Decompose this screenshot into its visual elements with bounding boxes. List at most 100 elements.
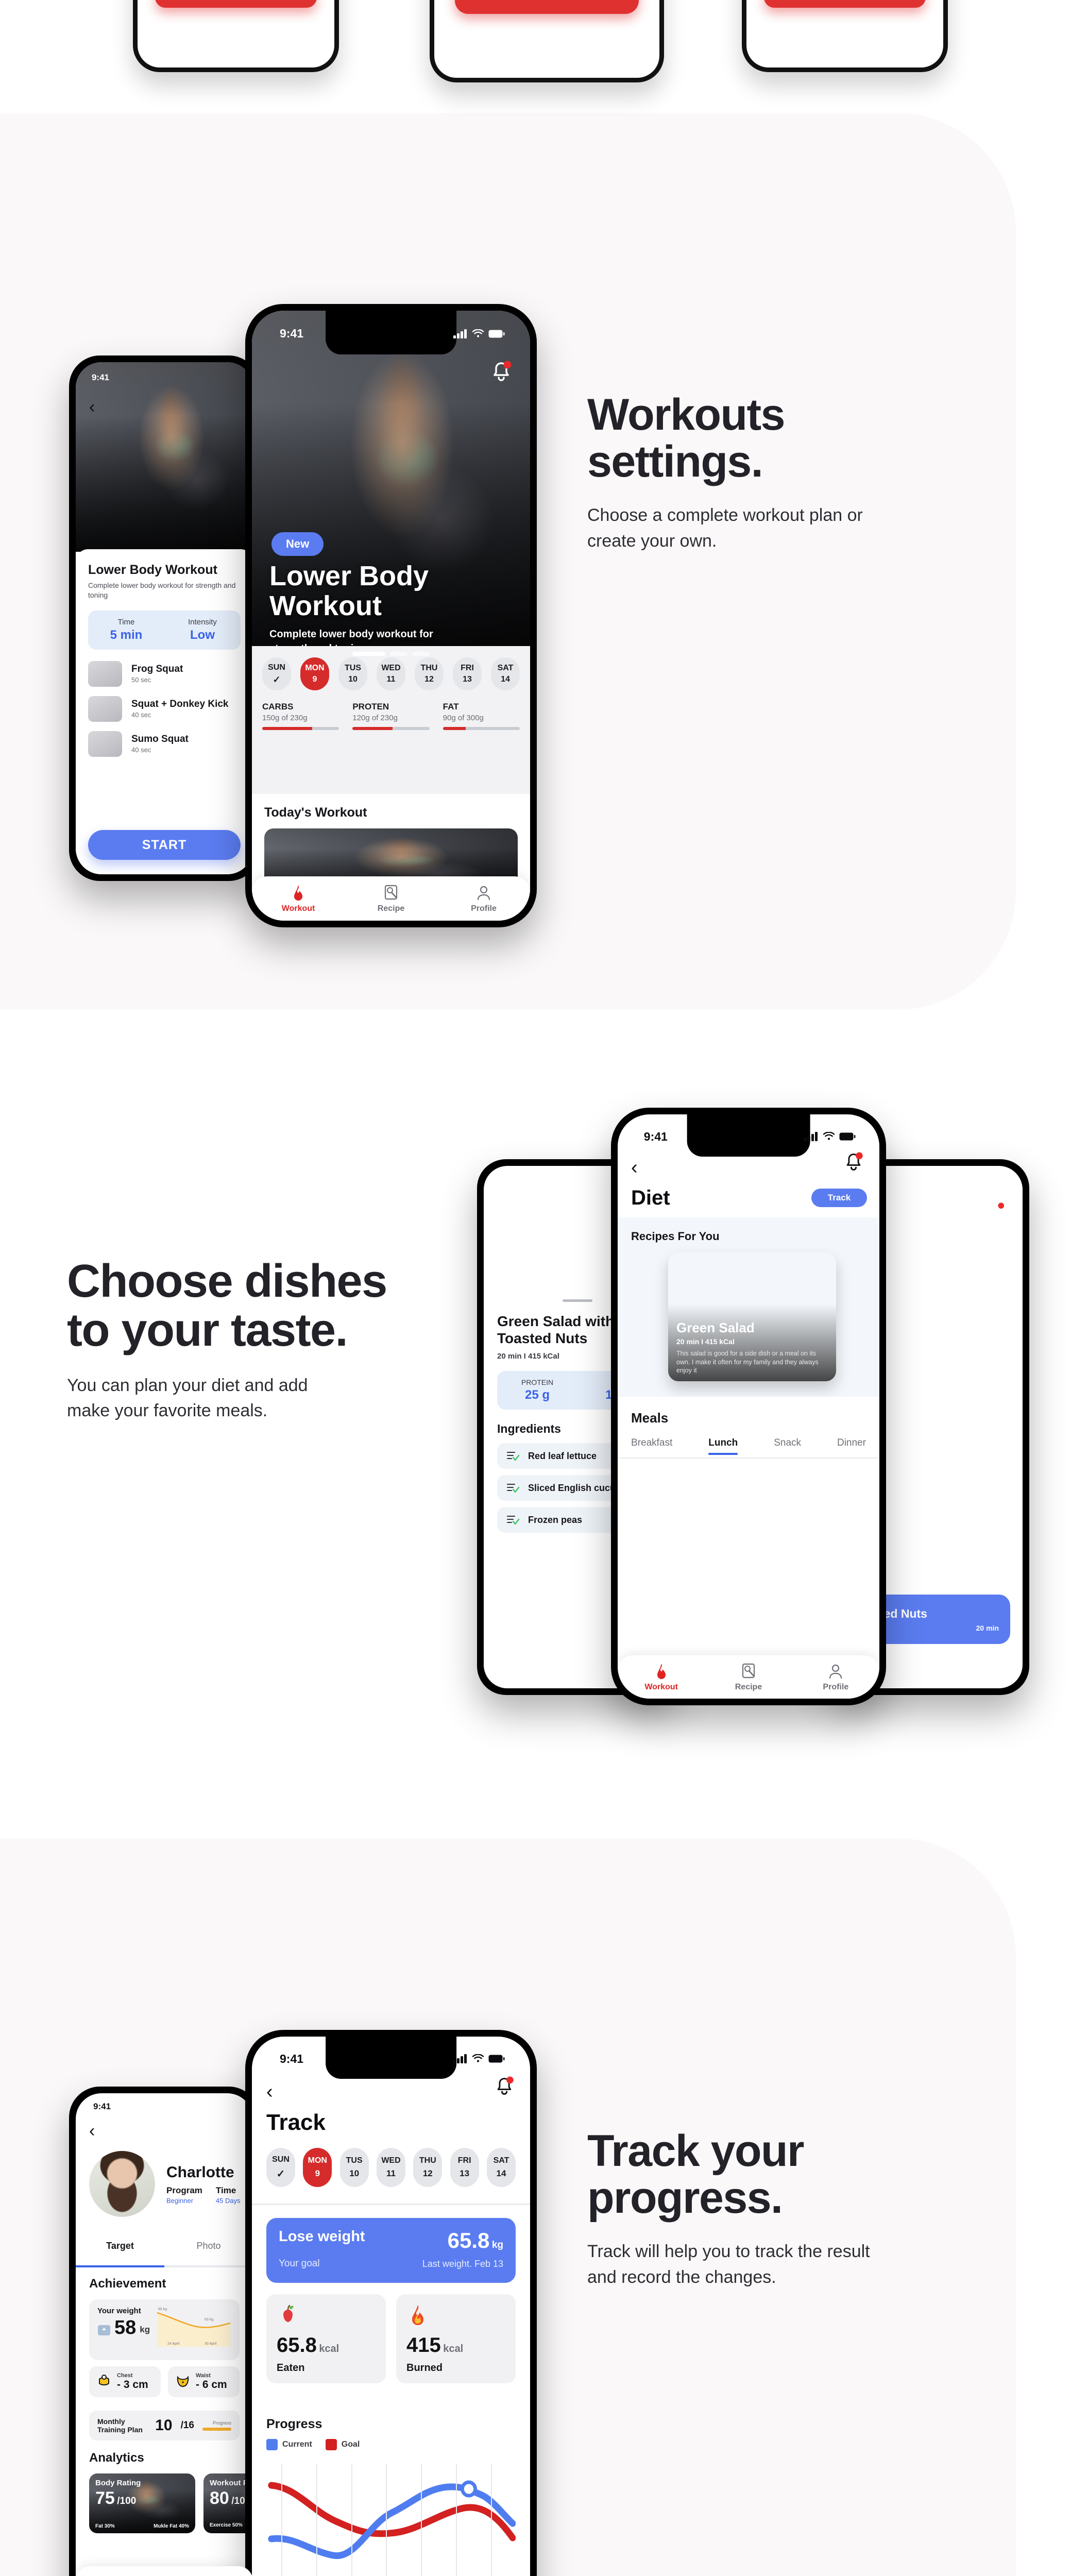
goal-card[interactable]: Lose weight 65.8 kg Your goal Last weigh… [266, 2218, 516, 2283]
day-chip-fri[interactable]: FRI 13 [453, 657, 482, 691]
day-selector[interactable]: SUN ✓ MON 9 TUS 10 WED 11 THU 12 FRI 13 … [262, 657, 520, 691]
check-list-icon [507, 1516, 520, 1525]
bottom-tab-bar[interactable]: Workout Recipe Profile [252, 876, 530, 921]
tab-profile[interactable]: Profile [792, 1663, 879, 1692]
tab-recipe[interactable]: Recipe [345, 884, 437, 913]
back-icon[interactable]: ‹ [89, 2121, 95, 2141]
section-copy-track: Track your progress. Track will help you… [587, 2126, 876, 2290]
meal-card[interactable] [631, 1473, 866, 1592]
profile-name: Charlotte [166, 2163, 234, 2181]
track-button[interactable]: Track [811, 1189, 867, 1207]
analytics-card-body-rating[interactable]: Body Rating 75 /100 Fat 30% Mukle Fat 40… [89, 2473, 195, 2533]
profile-icon [477, 886, 490, 900]
day-selector[interactable]: SUN ✓ MON 9 TUS 10 WED 11 THU 12 FRI 13 … [266, 2148, 516, 2187]
back-icon[interactable]: ‹ [497, 1187, 503, 1207]
back-icon[interactable]: ‹ [266, 2081, 273, 2103]
phone-diet-home: 9:41 ‹ Diet Track Recipes For You Green … [611, 1108, 886, 1705]
recipe-banner-time: 20 min [976, 1623, 999, 1632]
recipe-card-description: This salad is good for a side dish or a … [676, 1350, 819, 1375]
onboarding-card-3[interactable] [742, 0, 948, 72]
flame-icon [294, 885, 302, 901]
back-icon[interactable]: ‹ [89, 397, 95, 417]
back-icon[interactable]: ‹ [631, 1157, 638, 1179]
recipe-icon [742, 1663, 755, 1678]
day-chip-sun[interactable]: SUN ✓ [266, 2148, 295, 2187]
day-chip-thu[interactable]: THU 12 [413, 2148, 443, 2187]
tab-lunch[interactable]: Lunch [708, 1437, 738, 1455]
apple-icon [283, 2304, 294, 2322]
recipe-card-active[interactable]: Green Salad 20 min I 415 kCal This salad… [668, 1252, 836, 1381]
recipe-card-name: Green Salad [676, 1320, 755, 1336]
tab-dinner[interactable]: Dinner [837, 1437, 866, 1455]
onboarding-card-2[interactable]: Next › [430, 0, 664, 82]
day-chip-mon[interactable]: MON 9 [300, 657, 329, 691]
landing-page: Next › Workouts settings. Choose a compl… [0, 0, 1088, 2576]
track-page-title: Track [266, 2110, 326, 2135]
bottom-tab-bar[interactable]: Workout Recipe Profile [618, 1655, 879, 1699]
notification-bell-icon[interactable] [494, 2076, 515, 2100]
check-list-icon [507, 1452, 520, 1461]
analytics-label: Analytics [89, 2451, 144, 2465]
notification-bell-icon[interactable] [843, 1151, 864, 1176]
next-button[interactable]: Next › [455, 0, 639, 14]
profile-meta-program: Program Beginner [166, 2185, 202, 2205]
list-item[interactable]: Sumo Squat 40 sec [88, 731, 241, 757]
monthly-training-plan: Monthly Training Plan 10 /16 Progress [89, 2411, 240, 2441]
recipe-card-prev[interactable] [618, 1261, 631, 1375]
bottom-tab-bar[interactable] [76, 2566, 253, 2576]
day-chip-mon[interactable]: MON 9 [303, 2148, 332, 2187]
svg-text:63 kg: 63 kg [205, 2318, 213, 2321]
day-chip-wed[interactable]: WED 11 [377, 657, 405, 691]
tab-recipe[interactable]: Recipe [705, 1663, 792, 1692]
day-chip-thu[interactable]: THU 12 [415, 657, 444, 691]
day-chip-sat[interactable]: SAT 14 [486, 2148, 516, 2187]
notification-bell-icon[interactable] [490, 360, 513, 386]
meal-tabs[interactable]: Breakfast Lunch Snack Dinner [631, 1437, 866, 1455]
tab-target[interactable]: Target [76, 2241, 164, 2259]
stat-time: Time 5 min [110, 617, 143, 642]
list-item[interactable]: Frog Squat 50 sec [88, 660, 241, 687]
svg-text:65 kg: 65 kg [158, 2308, 167, 2311]
new-badge: New [271, 532, 324, 556]
track-heading: Track your progress. [587, 2126, 805, 2223]
recipe-icon [384, 885, 398, 900]
start-button[interactable]: START [88, 830, 241, 860]
macros: CARBS 150g of 230g PROTEN 120g of 230g F… [262, 702, 520, 731]
status-time: 9:41 [280, 2052, 304, 2065]
status-time: 9:41 [643, 1129, 668, 1143]
onboarding-card-1[interactable] [133, 0, 339, 72]
progress-line-chart [266, 2464, 516, 2576]
legend-current: Current [266, 2439, 312, 2450]
sheet-handle[interactable] [563, 1299, 592, 1302]
day-chip-wed[interactable]: WED 11 [376, 2148, 405, 2187]
progress-chart-card: Progress Current Goal [266, 2417, 516, 2576]
day-chip-sun[interactable]: SUN ✓ [262, 657, 291, 691]
list-item[interactable]: Squat + Donkey Kick 40 sec [88, 696, 241, 722]
onboarding-card-1-button[interactable] [155, 0, 317, 8]
tab-breakfast[interactable]: Breakfast [631, 1437, 672, 1455]
battery-icon [488, 2055, 505, 2063]
tab-profile[interactable]: Profile [437, 884, 530, 913]
phone-profile: 9:41 ‹ Charlotte Program Beginner Time 4… [69, 2087, 260, 2576]
stat-card-burned: 415 kcal Burned [396, 2294, 516, 2383]
recipe-card-next[interactable] [847, 1261, 879, 1375]
day-chip-fri[interactable]: FRI 13 [450, 2148, 479, 2187]
notification-bell-icon[interactable] [988, 1202, 1005, 1223]
carousel-dots[interactable] [352, 652, 430, 656]
day-chip-tus[interactable]: TUS 10 [339, 2148, 369, 2187]
day-chip-tus[interactable]: TUS 10 [338, 657, 367, 691]
tabs-divider [618, 1458, 879, 1459]
tab-snack[interactable]: Snack [774, 1437, 801, 1455]
diet-heading: Choose dishes to your taste. [67, 1256, 387, 1357]
phone-track: 9:41 ‹ Track SUN ✓ MON 9 TUS 10 WED 11 T… [245, 2030, 537, 2576]
tab-workout[interactable]: Workout [252, 884, 345, 913]
profile-tabs[interactable]: Target Photo [76, 2241, 253, 2259]
tab-workout[interactable]: Workout [618, 1663, 705, 1692]
status-time: 9:41 [91, 372, 109, 382]
onboarding-card-3-button[interactable] [764, 0, 926, 8]
profile-icon [829, 1664, 842, 1679]
tab-photo[interactable]: Photo [164, 2241, 253, 2259]
svg-text:30 April: 30 April [205, 2342, 217, 2346]
day-chip-sat[interactable]: SAT 14 [491, 657, 520, 691]
chevron-right-icon: › [573, 0, 578, 1]
